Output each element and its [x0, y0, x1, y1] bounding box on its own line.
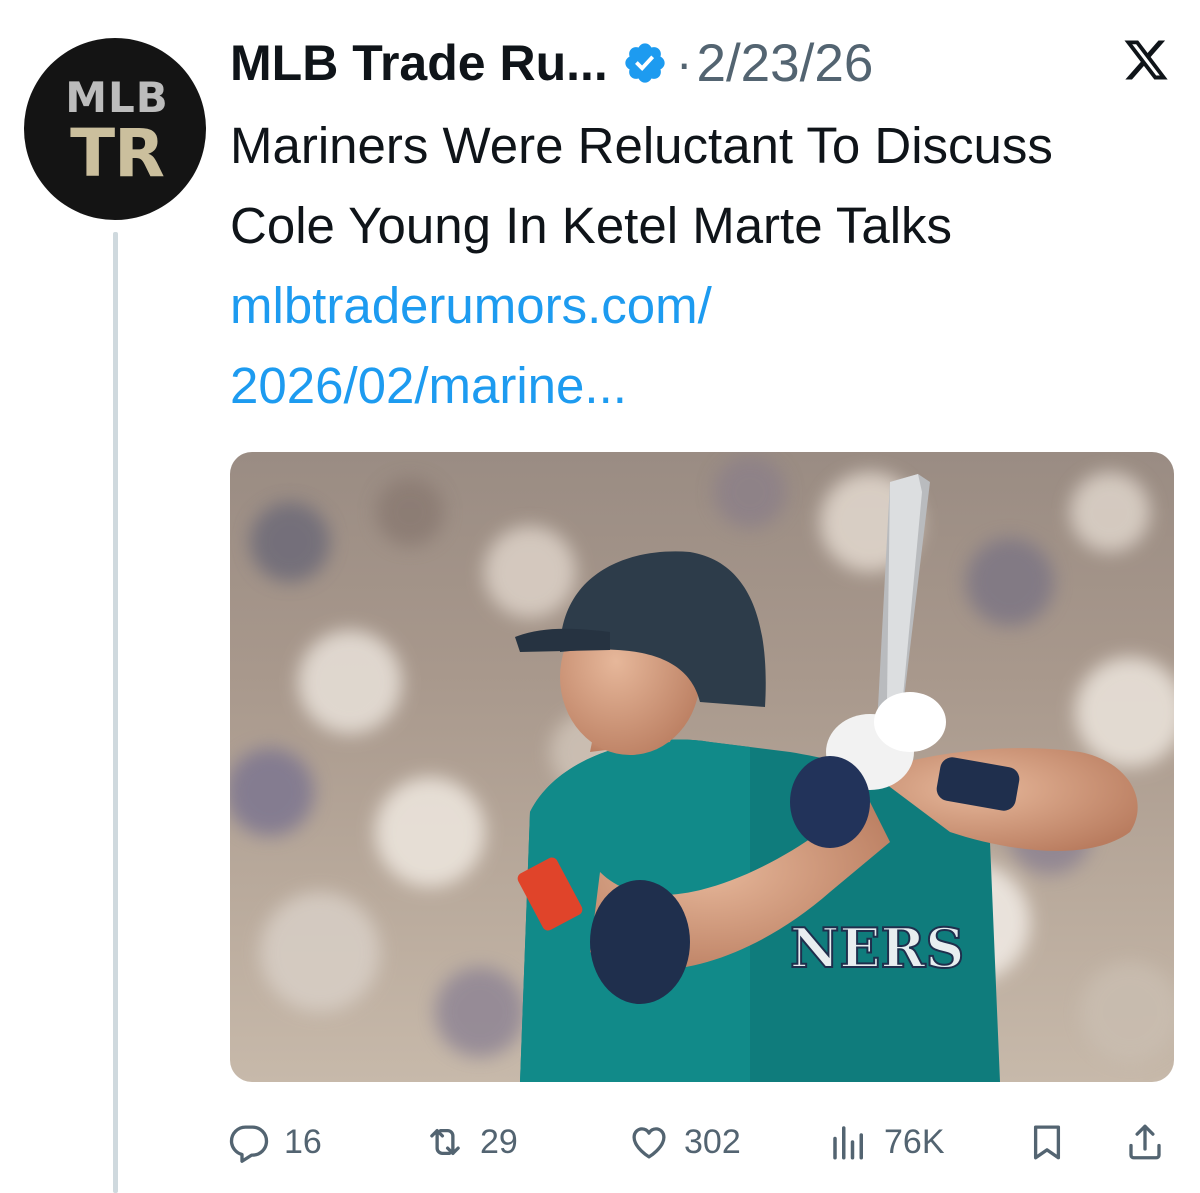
share-icon [1129, 1124, 1161, 1160]
tweet-actions: 16 29 302 76K [228, 1110, 1172, 1174]
baseball-player-photo: NERS [230, 452, 1174, 1082]
author-avatar[interactable]: MLB TR [24, 38, 206, 220]
tweet-link-part1: mlbtraderumors.com/ [230, 277, 712, 334]
repost-button[interactable]: 29 [424, 1110, 518, 1174]
header-separator: · [675, 35, 693, 91]
x-logo-icon[interactable] [1122, 36, 1170, 84]
heart-icon [632, 1127, 666, 1159]
tweet-header: MLB Trade Ru... · 2/23/26 [230, 28, 873, 98]
views-count: 76K [884, 1122, 945, 1161]
reply-icon [229, 1125, 269, 1163]
tweet-text: Mariners Were Reluctant To Discuss Cole … [230, 117, 1053, 254]
repost-icon [430, 1128, 460, 1156]
avatar-text-mlb: MLB [65, 73, 169, 122]
tweet-link[interactable]: mlbtraderumors.com/2026/02/marine... [230, 277, 712, 414]
reply-count: 16 [284, 1122, 322, 1161]
verified-badge-icon [625, 43, 665, 83]
jersey-lettering: NERS [790, 916, 964, 980]
tweet-link-part2: 2026/02/marine... [230, 357, 627, 414]
views-button[interactable]: 76K [828, 1110, 945, 1174]
tweet-media-image[interactable]: NERS [230, 452, 1174, 1082]
analytics-icon [833, 1126, 863, 1160]
tweet-body: Mariners Were Reluctant To Discuss Cole … [230, 106, 1170, 426]
like-button[interactable]: 302 [628, 1110, 741, 1174]
avatar-text-tr: TR [70, 115, 165, 192]
author-name[interactable]: MLB Trade Ru... [230, 34, 608, 92]
like-count: 302 [684, 1122, 741, 1161]
tweet-date[interactable]: 2/23/26 [696, 33, 873, 94]
share-button[interactable] [1124, 1110, 1180, 1174]
repost-count: 29 [480, 1122, 518, 1161]
thread-line [113, 232, 118, 1193]
reply-button[interactable]: 16 [228, 1110, 322, 1174]
bookmark-button[interactable] [1026, 1110, 1082, 1174]
bookmark-icon [1033, 1125, 1061, 1160]
